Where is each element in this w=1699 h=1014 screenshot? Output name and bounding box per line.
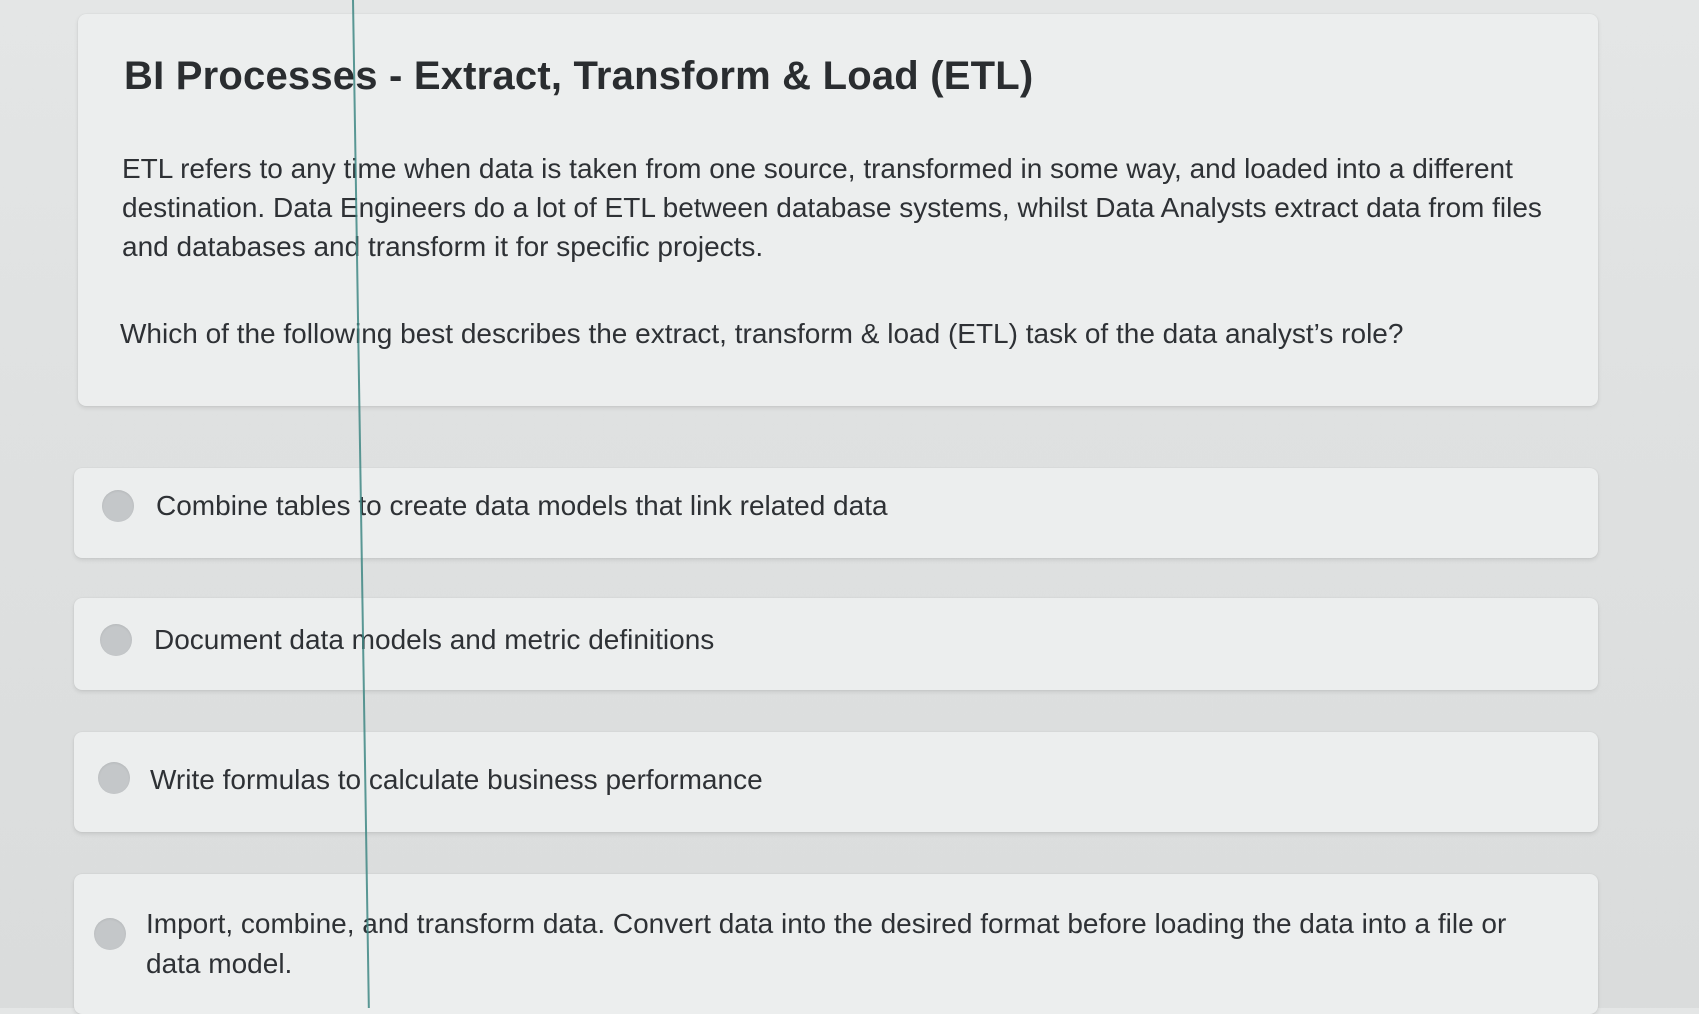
radio-button-icon[interactable]: [102, 490, 134, 522]
radio-button-icon[interactable]: [98, 762, 130, 794]
answer-option-label: Write formulas to calculate business per…: [150, 764, 763, 795]
answer-option-1[interactable]: Combine tables to create data models tha…: [74, 468, 1598, 558]
answer-option-4[interactable]: Import, combine, and transform data. Con…: [74, 874, 1598, 1014]
answer-option-label: Import, combine, and transform data. Con…: [146, 908, 1507, 979]
answer-option-label: Combine tables to create data models tha…: [156, 490, 888, 521]
question-prompt: Which of the following best describes th…: [120, 318, 1404, 349]
question-intro: ETL refers to any time when data is take…: [122, 153, 1542, 262]
radio-button-icon[interactable]: [94, 918, 126, 950]
question-card: BI Processes - Extract, Transform & Load…: [78, 14, 1598, 406]
answer-option-label: Document data models and metric definiti…: [154, 624, 715, 655]
question-title: BI Processes - Extract, Transform & Load…: [124, 54, 1034, 98]
radio-button-icon[interactable]: [100, 624, 132, 656]
answer-option-3[interactable]: Write formulas to calculate business per…: [74, 732, 1598, 832]
answer-option-2[interactable]: Document data models and metric definiti…: [74, 598, 1598, 690]
